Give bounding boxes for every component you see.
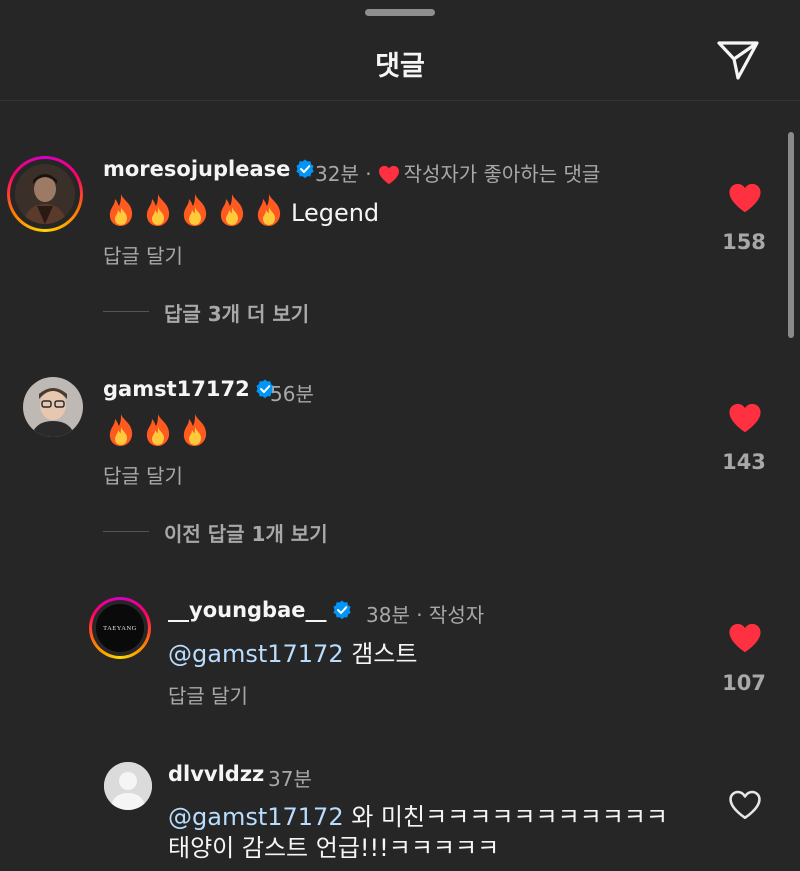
fire-icon	[183, 414, 207, 446]
scrollbar[interactable]	[788, 132, 794, 338]
comment-username[interactable]: moresojuplease	[103, 157, 315, 181]
fire-icon	[146, 414, 170, 446]
paper-plane-icon[interactable]	[714, 36, 762, 84]
fire-emoji-group	[106, 194, 291, 227]
mention-link[interactable]: @gamst17172	[168, 803, 344, 831]
fire-icon	[220, 194, 244, 226]
fire-icon	[109, 414, 133, 446]
reply-button[interactable]: 답글 달기	[103, 460, 183, 489]
view-more-replies-button[interactable]: 답글 3개 더 보기	[164, 298, 309, 327]
avatar[interactable]	[104, 762, 152, 810]
avatar[interactable]: TAEYANG	[96, 604, 144, 652]
heart-icon[interactable]	[728, 182, 762, 214]
view-previous-replies-button[interactable]: 이전 답글 1개 보기	[164, 518, 328, 547]
like-count: 107	[722, 671, 766, 695]
comment-time: 56분	[270, 382, 314, 406]
header-divider	[0, 100, 800, 101]
heart-icon[interactable]	[728, 402, 762, 434]
page-title: 댓글	[375, 51, 425, 82]
comment-text	[106, 413, 217, 447]
heart-icon[interactable]	[728, 622, 762, 654]
view-replies-line	[103, 531, 149, 532]
avatar[interactable]	[15, 164, 75, 224]
comment-username[interactable]: gamst17172	[103, 377, 275, 401]
fire-icon	[109, 194, 133, 226]
creator-liked-label: 작성자가 좋아하는 댓글	[403, 162, 601, 186]
reply-text-line2: 태양이 감스트 언급!!!ㅋㅋㅋㅋㅋ	[168, 834, 500, 862]
avatar-text: TAEYANG	[103, 625, 137, 632]
reply-text: @gamst17172 갬스트	[168, 640, 418, 668]
comment-time: 32분	[315, 162, 359, 186]
reply-time: 37분	[268, 767, 312, 791]
mention-link[interactable]: @gamst17172	[168, 640, 344, 668]
like-count: 158	[722, 230, 766, 254]
verified-badge-icon	[296, 159, 314, 179]
reply-username[interactable]: __youngbae__	[168, 598, 352, 622]
like-count: 143	[722, 450, 766, 474]
fire-icon	[257, 194, 281, 226]
reply-button[interactable]: 답글 달기	[168, 680, 248, 709]
reply-username[interactable]: dlvvldzz	[168, 762, 264, 786]
heart-outline-icon[interactable]	[728, 789, 762, 821]
comment-meta: 32분 · 작성자가 좋아하는 댓글	[315, 158, 600, 187]
comment-text: Legend	[106, 193, 379, 227]
fire-emoji-group	[106, 414, 217, 447]
reply-meta: 38분 · 작성자	[366, 603, 485, 627]
meta-separator: ·	[365, 162, 372, 186]
fire-icon	[183, 194, 207, 226]
heart-icon	[378, 165, 399, 185]
reply-text: @gamst17172 와 미친ㅋㅋㅋㅋㅋㅋㅋㅋㅋㅋㅋ	[168, 803, 668, 831]
fire-icon	[146, 194, 170, 226]
avatar[interactable]	[23, 377, 83, 437]
drag-handle[interactable]	[365, 9, 435, 16]
reply-button[interactable]: 답글 달기	[103, 240, 183, 269]
verified-badge-icon	[332, 600, 351, 620]
view-replies-line	[103, 311, 149, 312]
